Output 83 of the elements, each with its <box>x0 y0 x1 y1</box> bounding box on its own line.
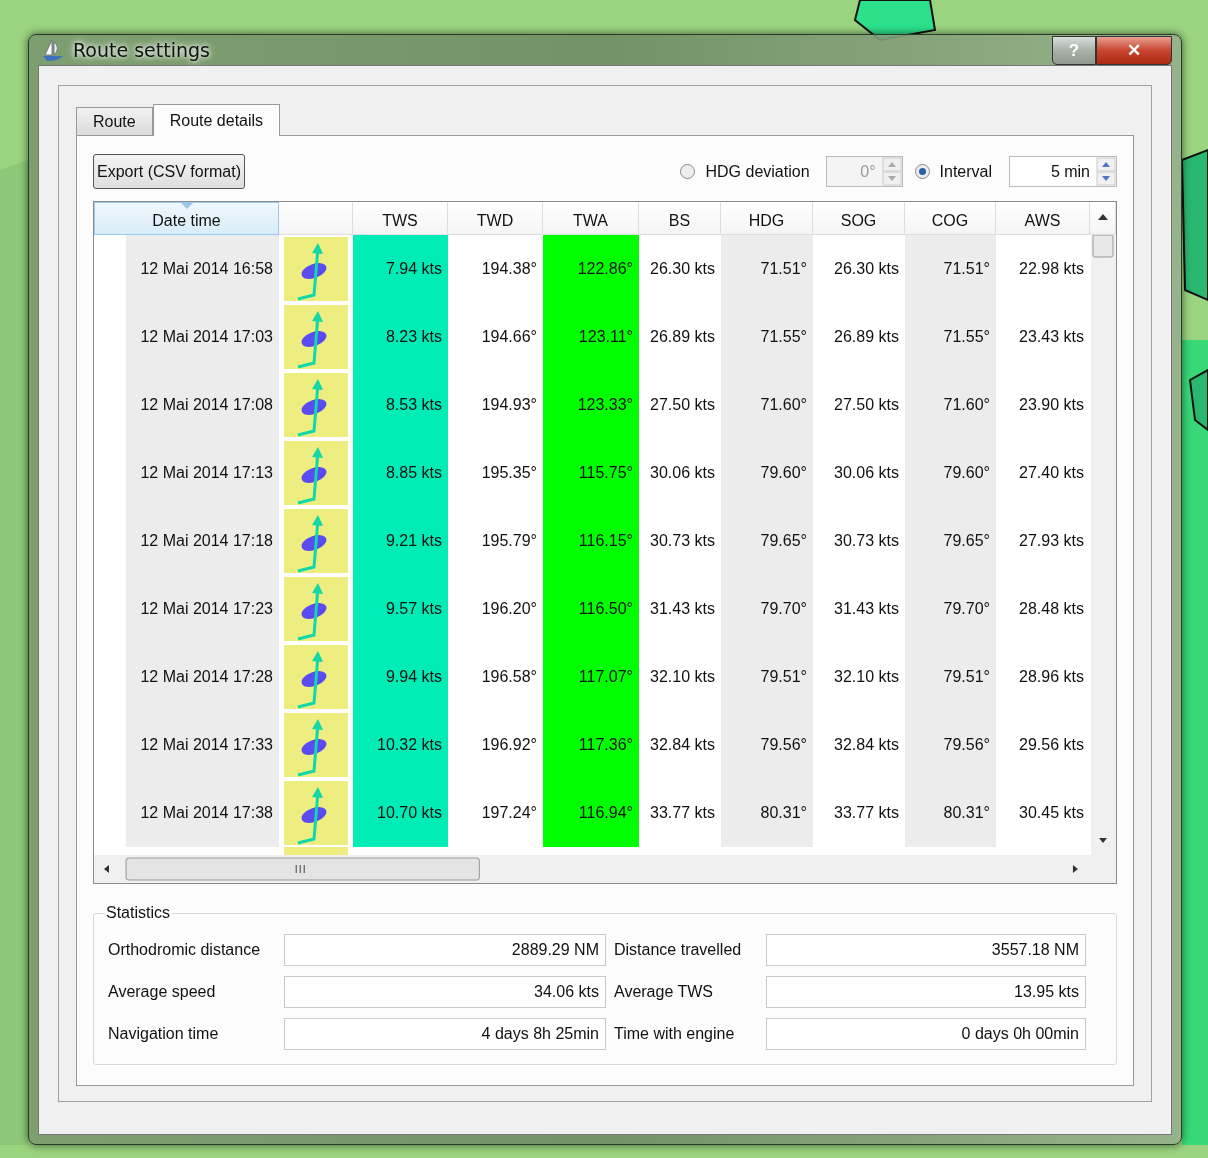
table-cell <box>284 847 348 855</box>
table-cell: 71.55° <box>721 303 813 371</box>
stat-value-field: 3557.18 NM <box>766 934 1086 966</box>
scroll-up-icon[interactable] <box>1097 214 1108 220</box>
option-label: Interval <box>939 162 992 181</box>
table-cell: 79.70° <box>905 575 996 643</box>
column-header[interactable]: AWS <box>996 202 1090 235</box>
stat-label: Average speed <box>108 983 217 1001</box>
boat-icon <box>41 38 65 62</box>
table-cell: 79.60° <box>721 439 813 507</box>
table-cell: 12 Mai 2014 17:03 <box>126 303 279 371</box>
table-cell: 123.33° <box>543 371 639 439</box>
column-header[interactable]: COG <box>905 202 996 235</box>
table-cell: 7.94 kts <box>353 235 448 303</box>
table-cell: 8.23 kts <box>353 303 448 371</box>
stat-value-field: 0 days 0h 00min <box>766 1018 1086 1050</box>
table-cell: 71.55° <box>905 303 996 371</box>
table-cell: 80.31° <box>721 779 813 847</box>
group-title: Statistics <box>105 904 171 922</box>
table-cell: 80.31° <box>905 779 996 847</box>
table-cell: 12 Mai 2014 17:38 <box>126 779 279 847</box>
column-header[interactable]: TWA <box>543 202 639 235</box>
column-header[interactable]: TWD <box>448 202 543 235</box>
table-cell: 12 Mai 2014 17:28 <box>126 643 279 711</box>
window-title: Route settings <box>73 39 210 61</box>
table-cell: 8.53 kts <box>353 371 448 439</box>
close-button[interactable]: ✕ <box>1096 36 1172 65</box>
table-cell: 9.57 kts <box>353 575 448 643</box>
stat-label: Time with engine <box>614 1025 736 1043</box>
column-header[interactable]: SOG <box>813 202 905 235</box>
table-cell: 8.85 kts <box>353 439 448 507</box>
table-cell: 71.60° <box>905 371 996 439</box>
radio-button[interactable] <box>914 164 930 179</box>
table-cell: 9.21 kts <box>353 507 448 575</box>
table-cell: 79.51° <box>721 643 813 711</box>
table-cell: 123.11° <box>543 303 639 371</box>
table-cell: 12 Mai 2014 17:08 <box>126 371 279 439</box>
stat-value-field: 2889.29 NM <box>284 934 606 966</box>
table-cell: 12 Mai 2014 17:18 <box>126 507 279 575</box>
stat-label: Orthodromic distance <box>108 941 262 959</box>
vertical-scrollbar[interactable] <box>1091 235 1116 855</box>
table-cell: 71.60° <box>721 371 813 439</box>
table-cell: 12 Mai 2014 17:23 <box>126 575 279 643</box>
stat-label: Average TWS <box>614 983 714 1001</box>
stat-label: Distance travelled <box>614 941 743 959</box>
table-cell: 122.86° <box>543 235 639 303</box>
table-cell: 117.07° <box>543 643 639 711</box>
stat-label: Navigation time <box>108 1025 220 1043</box>
table-cell: 71.51° <box>721 235 813 303</box>
table-cell: 116.15° <box>543 507 639 575</box>
stat-value-field: 34.06 kts <box>284 976 606 1008</box>
stat-value-field: 4 days 8h 25min <box>284 1018 606 1050</box>
column-header[interactable]: BS <box>639 202 721 235</box>
spin-box[interactable]: 5 min <box>1009 156 1117 187</box>
table-cell: 9.94 kts <box>353 643 448 711</box>
tab[interactable]: Route details <box>152 104 281 136</box>
stat-value-field: 13.95 kts <box>766 976 1086 1008</box>
table-cell: 79.60° <box>905 439 996 507</box>
table-cell: 116.94° <box>543 779 639 847</box>
column-header[interactable]: Date time <box>94 202 279 235</box>
table-cell: 12 Mai 2014 17:33 <box>126 711 279 779</box>
table-cell: 115.75° <box>543 439 639 507</box>
table-cell: 12 Mai 2014 17:13 <box>126 439 279 507</box>
table-cell: 79.56° <box>905 711 996 779</box>
option-label: HDG deviation <box>705 162 810 181</box>
horizontal-scrollbar[interactable] <box>94 855 1116 883</box>
table-cell: 71.51° <box>905 235 996 303</box>
column-header[interactable]: TWS <box>353 202 448 235</box>
table-cell: 79.65° <box>905 507 996 575</box>
table-cell: 117.36° <box>543 711 639 779</box>
table-cell: 79.56° <box>721 711 813 779</box>
table-cell: 10.70 kts <box>353 779 448 847</box>
table-cell: 79.51° <box>905 643 996 711</box>
column-header[interactable] <box>279 202 353 235</box>
column-header[interactable]: HDG <box>721 202 813 235</box>
table-cell: 10.32 kts <box>353 711 448 779</box>
table-cell: 79.70° <box>721 575 813 643</box>
export-button[interactable]: Export (CSV format) <box>93 154 246 189</box>
table-cell: 12 Mai 2014 16:58 <box>126 235 279 303</box>
sort-indicator-icon <box>180 203 193 209</box>
table-cell: 116.50° <box>543 575 639 643</box>
tab[interactable]: Route <box>76 107 153 135</box>
table-cell: 79.65° <box>721 507 813 575</box>
